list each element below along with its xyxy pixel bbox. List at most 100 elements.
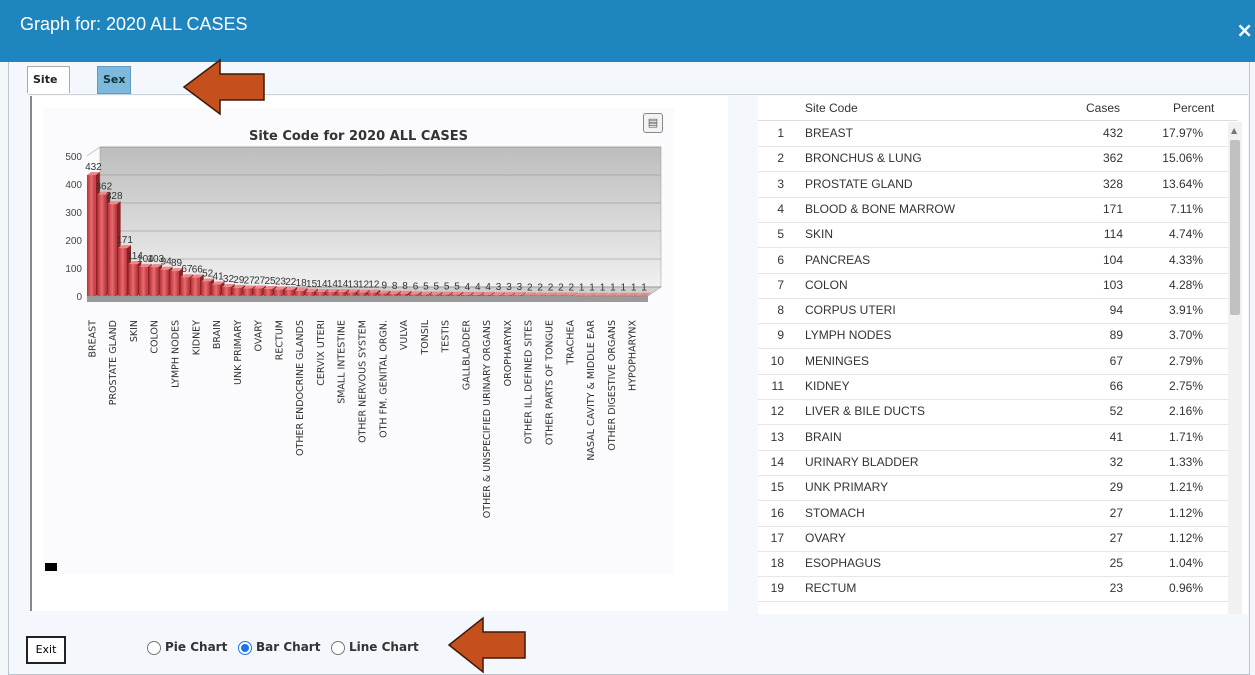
bar-value-label: 3 [496,282,502,293]
row-site-code: UNK PRIMARY [805,480,889,495]
exit-button[interactable]: Exit [26,636,66,664]
row-cases: 41 [1109,429,1123,444]
row-percent: 1.12% [1168,505,1203,520]
row-percent: 7.11% [1169,201,1203,216]
table-row[interactable]: 13 BRAIN 41 1.71% [758,425,1228,451]
header-percent[interactable]: Percent [1173,101,1214,115]
table-row[interactable]: 11 KIDNEY 66 2.75% [758,374,1228,400]
row-cases: 27 [1109,505,1123,520]
row-site-code: LIVER & BILE DUCTS [805,404,926,419]
table-row[interactable]: 7 COLON 103 4.28% [758,273,1228,299]
tab-sex[interactable]: Sex [97,66,132,94]
row-site-code: BLOOD & BONE MARROW [805,201,956,216]
bar [159,269,169,296]
y-tick-label: 0 [76,292,82,303]
header-cases[interactable]: Cases [1086,101,1120,115]
row-number: 16 [770,505,784,520]
y-tick-label: 500 [65,152,82,163]
table-row[interactable]: 15 UNK PRIMARY 29 1.21% [758,475,1228,502]
bar [367,292,377,296]
bar-value-label: 2 [527,282,533,293]
row-cases: 104 [1102,252,1123,267]
table-row[interactable]: 16 STOMACH 27 1.12% [758,501,1228,527]
row-cases: 23 [1109,581,1123,596]
bar [419,294,429,296]
radio-bar-chart[interactable]: Bar Chart [238,640,320,656]
bar [305,291,314,296]
row-cases: 362 [1102,151,1123,166]
row-number: 11 [771,379,784,393]
radio-line-chart[interactable]: Line Chart [331,640,419,656]
bar [357,292,366,296]
annotation-arrow-icon [447,616,526,674]
table-row[interactable]: 5 SKIN 114 4.74% [758,222,1228,249]
table-row[interactable]: 9 LYMPH NODES 89 3.70% [758,323,1228,350]
scroll-up-icon[interactable]: ▲ [1231,126,1237,135]
scroll-thumb[interactable] [1230,140,1240,315]
chart-area: Site Code for 2020 ALL CASES 0 100 200 300 4… [43,108,674,575]
bar-value-label: 2 [548,282,554,293]
table-row[interactable]: 12 LIVER & BILE DUCTS 52 2.16% [758,399,1228,426]
close-icon[interactable]: × [1236,18,1253,42]
header-site-code[interactable]: Site Code [805,101,858,115]
bar [492,295,501,296]
table-row[interactable]: 19 RECTUM 23 0.96% [758,576,1228,603]
bar-value-label: 2 [569,282,575,293]
row-cases: 66 [1109,379,1123,393]
table-row[interactable]: 8 CORPUS UTERI 94 3.91% [758,298,1228,325]
row-cases: 114 [1103,227,1123,242]
x-tick-label: OTHER ILL DEFINED SITES [524,320,535,444]
row-number: 6 [777,252,784,267]
print-icon[interactable]: ▤ [643,113,663,133]
table-row[interactable]: 6 PANCREAS 104 4.33% [758,248,1228,274]
table-row[interactable]: 17 OVARY 27 1.12% [758,526,1228,552]
table-row[interactable]: 1 BREAST 432 17.97% [758,121,1228,147]
row-site-code: KIDNEY [805,379,850,393]
table-row[interactable]: 3 PROSTATE GLAND 328 13.64% [758,172,1228,198]
radio-pie-chart[interactable]: Pie Chart [147,640,227,656]
bar-value-label: 1 [600,283,606,294]
bar-value-label: 4 [465,282,471,293]
tab-site-code[interactable]: Site Code [27,66,70,112]
annotation-arrow-icon [182,58,265,116]
bar [461,294,470,296]
table-scrollbar[interactable]: ▲ [1228,122,1242,614]
bar-value-label: 1 [610,283,616,294]
radio-circle-icon[interactable] [147,640,161,655]
row-cases: 27 [1109,530,1123,545]
bar [377,293,387,296]
row-percent: 4.28% [1168,277,1203,292]
bar-value-label: 9 [382,280,388,291]
bar [232,287,242,296]
bar-value-label: 3 [517,282,523,293]
radio-circle-icon[interactable] [238,640,252,655]
row-number: 2 [777,151,784,166]
bar-value-label: 4 [475,282,481,293]
radio-circle-icon[interactable] [331,640,345,655]
bar [398,293,408,296]
bar-value-label: 1 [631,283,637,294]
bar-value-label: 328 [106,191,123,202]
bar [138,266,148,296]
x-tick-label: OTH FM. GENITAL ORGN. [378,320,389,438]
table-row[interactable]: 14 URINARY BLADDER 32 1.33% [758,450,1228,476]
row-percent: 2.16% [1168,404,1203,419]
legend-swatch [45,563,57,571]
row-number: 10 [770,353,784,368]
bar [211,284,221,296]
row-cases: 328 [1102,176,1123,191]
row-percent: 4.74% [1168,227,1203,242]
bar-value-label: 12 [368,280,380,291]
table-row[interactable]: 10 MENINGES 67 2.79% [758,349,1228,375]
table-row[interactable]: 2 BRONCHUS & LUNG 362 15.06% [758,146,1228,173]
x-tick-label: NASAL CAVITY & MIDDLE EAR [586,320,597,461]
row-site-code: MENINGES [805,353,870,368]
data-table: Site Code Cases Percent 1 BREAST 432 17.97%… [758,96,1248,614]
x-tick-label: UNK PRIMARY [233,320,244,385]
row-site-code: COLON [805,277,848,292]
table-row[interactable]: 4 BLOOD & BONE MARROW 171 7.11% [758,197,1228,223]
bar-value-label: 171 [116,235,133,246]
row-site-code: STOMACH [805,505,865,520]
x-tick-label: HYPOPHARYNX [628,320,639,391]
table-row[interactable]: 18 ESOPHAGUS 25 1.04% [758,551,1228,578]
